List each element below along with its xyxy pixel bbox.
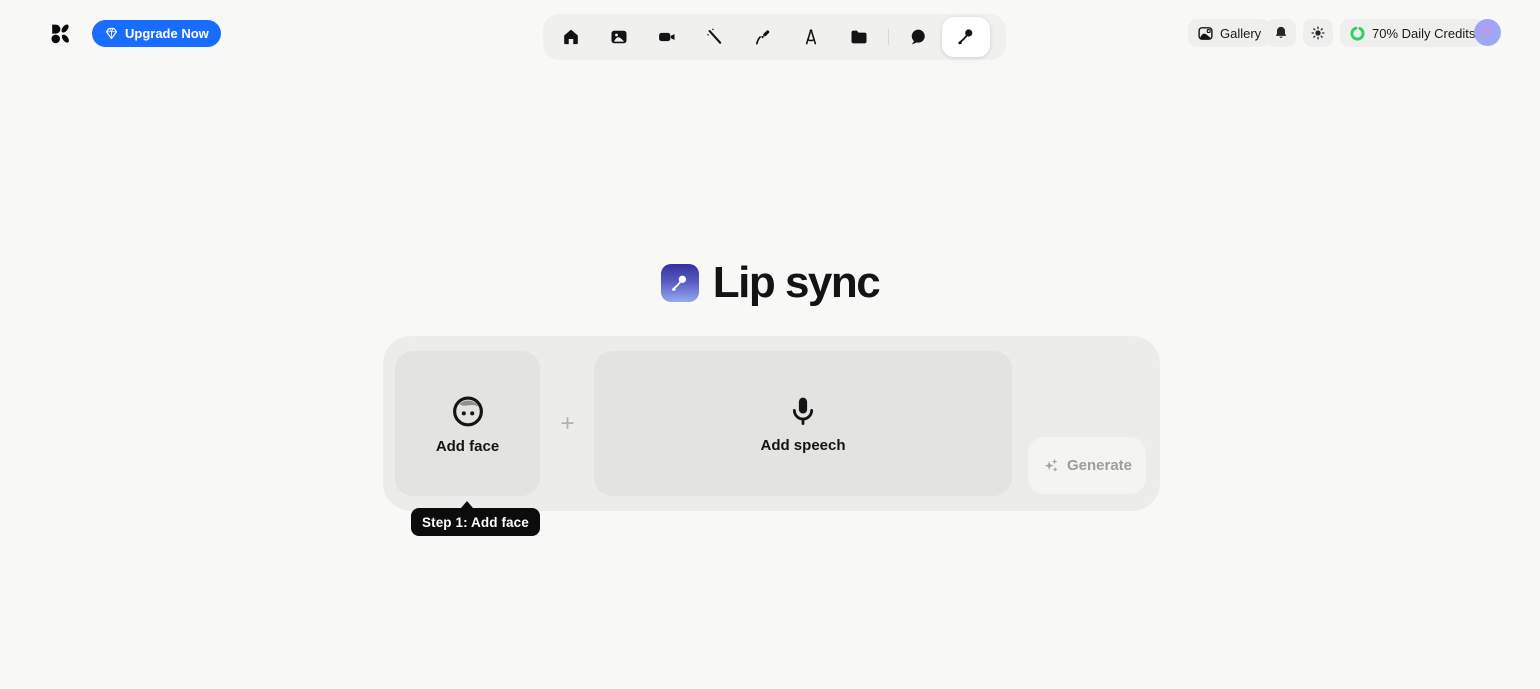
bell-icon bbox=[1273, 25, 1289, 41]
tab-chat[interactable] bbox=[894, 17, 942, 57]
gem-icon bbox=[104, 26, 119, 41]
upgrade-now-label: Upgrade Now bbox=[125, 26, 209, 41]
page-title-row: Lip sync bbox=[0, 258, 1540, 308]
lip-sync-composer-panel: Add face + Add speech Generate bbox=[383, 336, 1160, 511]
theme-toggle-button[interactable] bbox=[1303, 19, 1333, 47]
sun-icon bbox=[1310, 25, 1326, 41]
daily-credits-label: 70% Daily Credits bbox=[1372, 25, 1476, 41]
face-icon bbox=[450, 393, 486, 429]
tab-home[interactable] bbox=[547, 17, 595, 57]
tab-realtime[interactable] bbox=[787, 17, 835, 57]
sparkles-icon bbox=[1042, 457, 1060, 475]
tooltip-caret bbox=[461, 501, 473, 508]
folder-icon bbox=[849, 27, 869, 47]
add-face-label: Add face bbox=[435, 437, 500, 455]
main-nav-toolbar bbox=[543, 14, 1006, 60]
tab-image[interactable] bbox=[595, 17, 643, 57]
gallery-button[interactable]: Gallery bbox=[1188, 19, 1271, 47]
video-camera-icon bbox=[657, 27, 677, 47]
add-face-button[interactable]: Add face bbox=[395, 351, 540, 496]
home-icon bbox=[561, 27, 581, 47]
plus-icon: + bbox=[560, 409, 575, 437]
notifications-button[interactable] bbox=[1266, 19, 1296, 47]
page-title: Lip sync bbox=[712, 258, 881, 307]
generate-label: Generate bbox=[1066, 457, 1133, 474]
add-speech-label: Add speech bbox=[760, 436, 846, 454]
gallery-label: Gallery bbox=[1220, 25, 1262, 41]
tab-lip-sync[interactable] bbox=[942, 17, 990, 57]
daily-credits-button[interactable]: 70% Daily Credits bbox=[1340, 19, 1485, 47]
microphone-icon bbox=[956, 27, 976, 47]
chat-bubble-icon bbox=[908, 27, 928, 47]
tab-enhance[interactable] bbox=[691, 17, 739, 57]
step-tooltip: Step 1: Add face bbox=[411, 508, 540, 536]
user-avatar[interactable] bbox=[1474, 19, 1501, 46]
upgrade-now-button[interactable]: Upgrade Now bbox=[92, 20, 221, 47]
magic-wand-icon bbox=[705, 27, 725, 47]
lip-sync-gradient-icon bbox=[660, 264, 699, 302]
toolbar-divider bbox=[888, 29, 889, 45]
generate-button[interactable]: Generate bbox=[1028, 437, 1146, 494]
add-speech-button[interactable]: Add speech bbox=[594, 351, 1012, 496]
tab-edit[interactable] bbox=[739, 17, 787, 57]
tab-video[interactable] bbox=[643, 17, 691, 57]
progress-ring-icon bbox=[1349, 25, 1366, 42]
krea-logo[interactable] bbox=[48, 21, 73, 46]
pen-icon bbox=[753, 27, 773, 47]
microphone-icon bbox=[786, 394, 820, 428]
drafting-compass-icon bbox=[801, 27, 821, 47]
gallery-icon bbox=[1197, 25, 1214, 42]
tab-assets[interactable] bbox=[835, 17, 883, 57]
image-icon bbox=[609, 27, 629, 47]
step-tooltip-text: Step 1: Add face bbox=[422, 514, 529, 530]
